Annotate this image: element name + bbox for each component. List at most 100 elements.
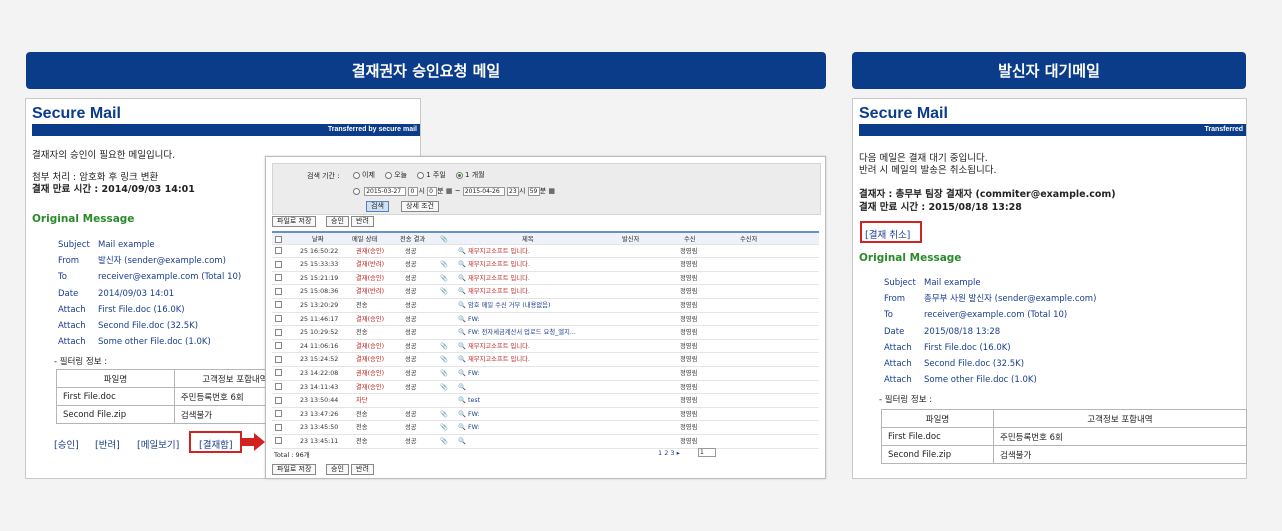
meta-row: Attach Some other File.doc (1.0K) — [884, 375, 1037, 386]
table-row[interactable]: 25 15:21:19 결재(승인) 성공 📎 🔍 재무지고소프트 입니다. 정영림 — [272, 272, 819, 286]
search-icon: 🔍 — [458, 410, 466, 418]
custom-range: 2015-03-27 0시 0분 ▦ ~ 2015-04-26 23 시 59 분 … — [353, 186, 555, 196]
radio-icon[interactable] — [353, 187, 360, 195]
table-row[interactable]: 23 14:22:08 권재(승인) 성공 📎 🔍 FW: 정영림 — [272, 367, 819, 381]
meta-row: Date 2015/08/18 13:28 — [884, 326, 1001, 337]
table-row[interactable]: 25 15:33:33 결재(반려) 성공 📎 🔍 재무지고소프트 입니다. 정영림 — [272, 258, 819, 272]
row-subject[interactable]: FW: — [468, 408, 618, 422]
search-icon: 🔍 — [458, 369, 466, 377]
page-select[interactable]: 1 — [698, 448, 716, 457]
approve-button[interactable]: 승인 — [326, 216, 349, 227]
row-status: 결재(반려) — [356, 288, 385, 296]
row-subject[interactable]: 재무지고소프트 입니다. — [468, 245, 618, 259]
row-checkbox[interactable] — [275, 383, 282, 391]
radio-icon[interactable] — [417, 171, 425, 179]
min-from-input[interactable]: 0 — [427, 186, 438, 196]
row-checkbox[interactable] — [275, 342, 282, 350]
reject-button[interactable]: 반려 — [351, 216, 374, 227]
min-to-input[interactable]: 59 — [527, 186, 540, 196]
row-result: 성공 — [405, 369, 417, 377]
approver-text: 결재자 : 총무부 팀장 결재자 (commiter@example.com) — [859, 189, 1116, 200]
row-checkbox[interactable] — [275, 396, 282, 404]
row-checkbox[interactable] — [275, 274, 282, 282]
table-row[interactable]: 25 16:50:22 권재(승인) 성공 🔍 재무지고소프트 입니다. 정영림 — [272, 245, 819, 259]
approve-link[interactable]: [승인] — [54, 437, 79, 451]
radio-icon[interactable] — [353, 171, 360, 179]
row-status: 결재(승인) — [356, 274, 385, 282]
row-subject[interactable]: FW: 전자세금계산서 업로드 요청_엘지... — [468, 326, 618, 340]
table-row[interactable]: 25 10:29:52 전송 성공 🔍 FW: 전자세금계산서 업로드 요청_엘지...… — [272, 326, 819, 340]
section-header-sender: 발신자 대기메일 — [852, 52, 1246, 89]
total-count: Total : 96개 — [274, 451, 310, 459]
row-subject[interactable]: FW: — [468, 421, 618, 435]
table-row[interactable]: 23 14:11:43 결재(승인) 성공 📎 🔍 정영림 — [272, 381, 819, 395]
table-row[interactable]: 23 15:24:52 결재(승인) 성공 📎 🔍 재무지고소프트 입니다. 정영림 — [272, 353, 819, 367]
table-row[interactable]: 23 13:45:50 전송 성공 📎 🔍 FW: 정영림 — [272, 421, 819, 435]
save-file-button[interactable]: 파일로 저장 — [272, 216, 317, 227]
table-row[interactable]: 25 15:08:36 결재(반려) 성공 📎 🔍 재무지고소프트 입니다. 정영림 — [272, 285, 819, 299]
row-result: 성공 — [405, 437, 417, 445]
reject-link[interactable]: [반려] — [95, 437, 120, 451]
secure-mail-title: Secure Mail — [859, 105, 948, 122]
row-subject[interactable]: test — [468, 394, 618, 408]
date-to-input[interactable]: 2015-04-26 — [462, 186, 505, 196]
original-meta: Subject Mail example From 발신자 (sender@exam… — [58, 237, 241, 350]
radio-selected-icon[interactable] — [456, 171, 464, 179]
attach-icon: 📎 — [440, 383, 448, 391]
row-checkbox[interactable] — [275, 301, 282, 309]
save-file-button-bottom[interactable]: 파일로 저장 — [272, 464, 317, 475]
row-checkbox[interactable] — [275, 369, 282, 377]
table-row[interactable]: 24 11:06:16 결재(승인) 성공 📎 🔍 재무지고소프트 입니다. 정영림 — [272, 340, 819, 354]
row-checkbox[interactable] — [275, 247, 282, 255]
attach-icon: 📎 — [440, 261, 448, 269]
row-checkbox[interactable] — [275, 437, 282, 445]
row-result: 성공 — [405, 288, 417, 296]
row-checkbox[interactable] — [275, 328, 282, 336]
row-subject[interactable]: 재무지고소프트 입니다. — [468, 353, 618, 367]
mail-list: 날짜 메일 상태 전송 결과 📎 제목 발신자 수신 수신자 25 16:50:… — [272, 231, 819, 449]
view-mail-link[interactable]: [메일보기] — [137, 437, 179, 451]
row-checkbox[interactable] — [275, 287, 282, 295]
table-row[interactable]: 23 13:45:11 전송 성공 📎 🔍 정영림 — [272, 435, 819, 449]
row-date: 25 13:20:29 — [300, 301, 339, 309]
reject-button-bottom[interactable]: 반려 — [351, 464, 374, 475]
row-subject[interactable]: 재무지고소프트 입니다. — [468, 285, 618, 299]
original-meta: Subject Mail example From 총무부 사원 발신자 (send… — [884, 275, 1096, 388]
row-subject[interactable]: FW: — [468, 367, 618, 381]
approve-button-bottom[interactable]: 승인 — [326, 464, 349, 475]
detail-condition-button[interactable]: 상세 조건 — [401, 201, 439, 212]
row-subject[interactable]: FW: — [468, 313, 618, 327]
hour-from-input[interactable]: 0 — [408, 186, 419, 196]
filter-label: - 필터링 정보 : — [54, 357, 108, 367]
intro-text-2: 반려 시 메일의 발송은 취소됩니다. — [859, 165, 997, 176]
calendar-icon[interactable]: ▦ — [548, 187, 555, 195]
date-from-input[interactable]: 2015-03-27 — [364, 186, 407, 196]
table-row[interactable]: 23 13:47:26 전송 성공 📎 🔍 FW: 정영림 — [272, 408, 819, 422]
row-date: 25 15:33:33 — [300, 261, 339, 269]
select-all-checkbox[interactable] — [275, 235, 282, 243]
table-row[interactable]: 23 13:50:44 차단 🔍 test 정영림 — [272, 394, 819, 408]
row-checkbox[interactable] — [275, 410, 282, 418]
table-row[interactable]: 25 11:46:17 결재(승인) 성공 🔍 FW: 정영림 — [272, 313, 819, 327]
row-subject[interactable]: 재무지고소프트 입니다. — [468, 258, 618, 272]
pagination[interactable]: 1 2 3 ▸ — [658, 449, 680, 457]
row-checkbox[interactable] — [275, 260, 282, 268]
row-checkbox[interactable] — [275, 423, 282, 431]
calendar-icon[interactable]: ▦ — [446, 187, 453, 195]
row-sender: 정영림 — [680, 301, 698, 309]
row-status: 전송 — [356, 437, 368, 445]
row-subject[interactable]: 재무지고소프트 입니다. — [468, 272, 618, 286]
row-checkbox[interactable] — [275, 315, 282, 323]
section-header-approver: 결재권자 승인요청 메일 — [26, 52, 826, 89]
row-checkbox[interactable] — [275, 355, 282, 363]
meta-row: From 총무부 사원 발신자 (sender@example.com) — [884, 294, 1097, 305]
hour-to-input[interactable]: 23 — [507, 186, 520, 196]
meta-row: Attach Second File.doc (32.5K) — [884, 358, 1025, 369]
row-subject[interactable]: 암호 메일 수신 거부 (내용없음) — [468, 299, 618, 313]
search-icon: 🔍 — [458, 301, 466, 309]
search-button[interactable]: 검색 — [366, 201, 389, 212]
row-result: 성공 — [405, 410, 417, 418]
table-row[interactable]: 25 13:20:29 전송 성공 🔍 암호 메일 수신 거부 (내용없음) 정영림 — [272, 299, 819, 313]
row-subject[interactable]: 재무지고소프트 입니다. — [468, 340, 618, 354]
radio-icon[interactable] — [385, 171, 393, 179]
